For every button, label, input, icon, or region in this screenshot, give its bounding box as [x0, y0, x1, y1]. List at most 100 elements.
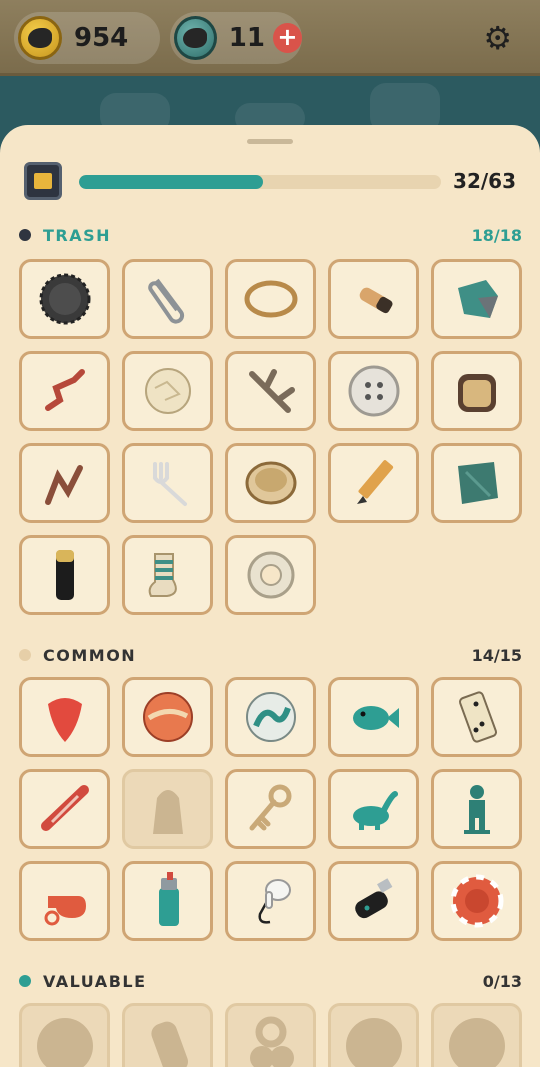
section-header-trash: TRASH 18/18: [19, 225, 522, 245]
wooden-bowl-icon: [245, 461, 296, 505]
collection-item-tile[interactable]: [328, 769, 419, 849]
locked-item-tile[interactable]: [328, 1003, 419, 1067]
trash-dot: [19, 229, 31, 241]
cigarette-butt-icon: [359, 287, 392, 314]
valuable-dot: [19, 975, 31, 987]
collection-item-tile[interactable]: [122, 677, 213, 757]
bent-straw-icon: [44, 369, 85, 411]
wet-rag-icon: [457, 462, 498, 504]
bottle-cap-icon: [39, 273, 90, 325]
collection-item-tile[interactable]: [431, 861, 522, 941]
collection-item-tile[interactable]: [122, 351, 213, 431]
section-title: VALUABLE: [43, 971, 147, 991]
collection-sheet: 32/63 TRASH 18/18 COMMON 14/15 VALUABLE …: [0, 125, 540, 1067]
paper-ball-icon: [144, 368, 191, 414]
section-title: COMMON: [43, 645, 137, 665]
section-header-valuable: VALUABLE 0/13: [19, 971, 522, 991]
collection-item-tile[interactable]: [19, 677, 110, 757]
drag-handle[interactable]: [247, 139, 293, 144]
poker-chip-icon: [450, 874, 503, 928]
teal-marble-icon: [245, 692, 296, 742]
item-grid-valuable: [19, 1003, 522, 1067]
round-silhouette-icon: [448, 1018, 505, 1067]
collection-item-tile[interactable]: [431, 259, 522, 339]
section-title: TRASH: [43, 225, 112, 245]
add-tokens-button[interactable]: +: [272, 23, 302, 53]
collection-item-tile[interactable]: [122, 535, 213, 615]
tape-roll-icon: [247, 551, 294, 599]
collection-item-tile[interactable]: [431, 769, 522, 849]
item-grid-trash: [19, 259, 522, 615]
collection-item-tile[interactable]: [431, 351, 522, 431]
collection-item-tile[interactable]: [19, 769, 110, 849]
collection-item-tile[interactable]: [328, 443, 419, 523]
album-icon: [24, 162, 62, 200]
section-count: 18/18: [471, 225, 522, 245]
toy-soldier-icon: [463, 785, 490, 834]
collection-item-tile[interactable]: [19, 351, 110, 431]
twig-icon: [248, 369, 295, 413]
coin-counter[interactable]: 954: [14, 12, 160, 64]
teal-token-icon: [174, 16, 217, 60]
collection-progress-bar: [79, 175, 441, 189]
collection-item-tile[interactable]: [328, 259, 419, 339]
thimble-silhouette-icon: [152, 790, 183, 834]
lighter-icon: [158, 872, 179, 926]
collection-progress-text: 32/63: [453, 169, 516, 193]
tag-silhouette-icon: [150, 1021, 188, 1067]
round-silhouette-icon: [345, 1018, 402, 1067]
paperclip-icon: [147, 278, 184, 324]
collection-item-tile[interactable]: [225, 677, 316, 757]
locked-item-tile[interactable]: [225, 1003, 316, 1067]
collection-item-tile[interactable]: [19, 259, 110, 339]
earbud-icon: [257, 879, 291, 924]
item-grid-common: [19, 677, 522, 941]
collection-item-tile[interactable]: [19, 861, 110, 941]
locked-item-tile[interactable]: [122, 769, 213, 849]
crumpled-wrapper-icon: [457, 280, 498, 318]
collection-item-tile[interactable]: [328, 677, 419, 757]
collection-item-tile[interactable]: [225, 351, 316, 431]
section-count: 0/13: [482, 971, 522, 991]
whistle-icon: [44, 896, 86, 926]
collection-item-tile[interactable]: [328, 861, 419, 941]
domino-icon: [458, 691, 497, 743]
keys-silhouette-icon: [249, 1016, 294, 1067]
coin-count: 954: [74, 23, 129, 53]
battery-icon: [55, 550, 74, 600]
button-icon: [348, 365, 399, 417]
toy-dinosaur-icon: [352, 791, 398, 830]
pencil-icon: [356, 460, 393, 504]
gold-coin-icon: [18, 16, 62, 60]
collection-item-tile[interactable]: [122, 259, 213, 339]
collection-item-tile[interactable]: [225, 443, 316, 523]
toy-fish-icon: [352, 706, 399, 730]
token-count: 11: [228, 23, 265, 53]
locked-item-tile[interactable]: [19, 1003, 110, 1067]
collection-item-tile[interactable]: [122, 861, 213, 941]
hair-clip-icon: [40, 785, 89, 831]
top-bar: 954 11 + ⚙: [0, 0, 540, 76]
collection-item-tile[interactable]: [328, 351, 419, 431]
collection-item-tile[interactable]: [225, 861, 316, 941]
collection-item-tile[interactable]: [431, 677, 522, 757]
round-silhouette-icon: [36, 1018, 93, 1067]
plastic-fork-icon: [152, 462, 187, 506]
collection-item-tile[interactable]: [431, 443, 522, 523]
settings-gear-icon[interactable]: ⚙: [483, 22, 512, 54]
collection-item-tile[interactable]: [225, 769, 316, 849]
collection-item-tile[interactable]: [225, 259, 316, 339]
progress-fill: [79, 175, 263, 189]
collection-item-tile[interactable]: [122, 443, 213, 523]
locked-item-tile[interactable]: [431, 1003, 522, 1067]
rubber-band-icon: [244, 280, 297, 318]
token-counter[interactable]: 11 +: [170, 12, 302, 64]
guitar-pick-icon: [47, 698, 82, 742]
section-header-common: COMMON 14/15: [19, 645, 522, 665]
collection-item-tile[interactable]: [225, 535, 316, 615]
collection-item-tile[interactable]: [19, 443, 110, 523]
collection-item-tile[interactable]: [19, 535, 110, 615]
usb-stick-icon: [354, 878, 392, 919]
locked-item-tile[interactable]: [122, 1003, 213, 1067]
old-key-icon: [249, 784, 291, 831]
